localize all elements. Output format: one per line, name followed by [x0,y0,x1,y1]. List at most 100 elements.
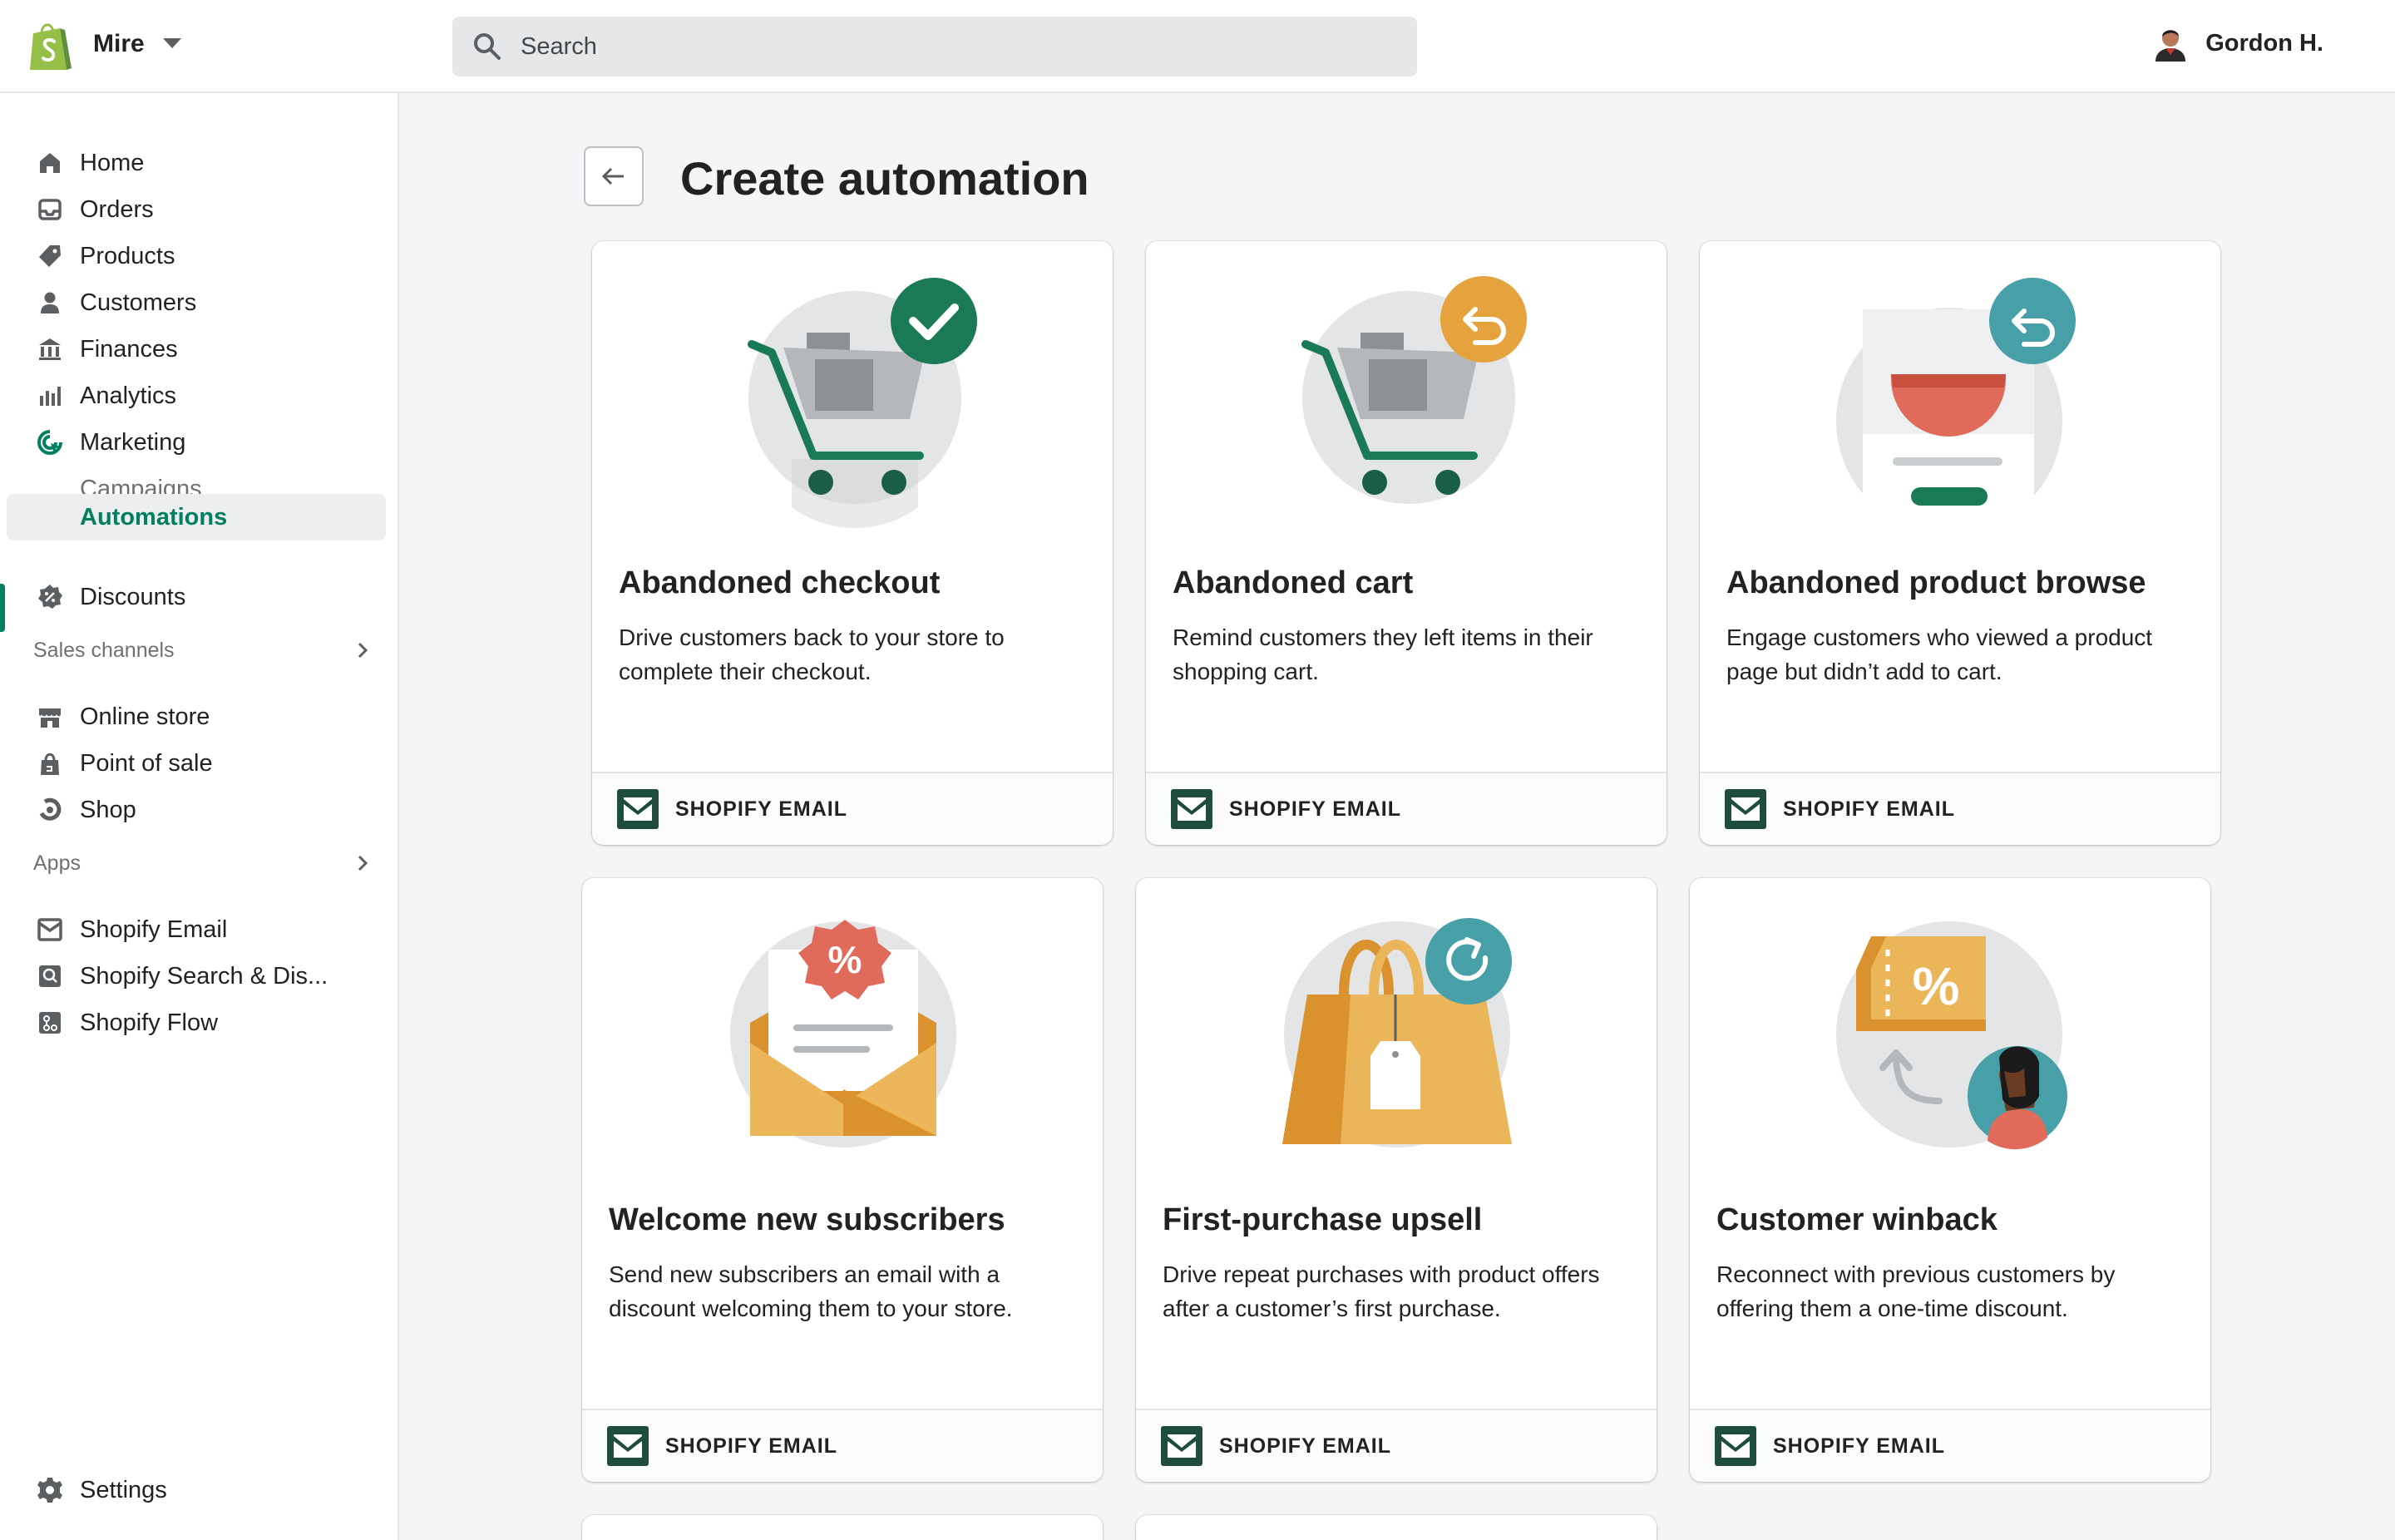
email-icon [1725,789,1766,829]
search-input[interactable]: Search [452,17,1417,77]
card-title: Abandoned checkout [619,565,941,600]
gear-icon [33,1473,67,1507]
card-footer: SHOPIFY EMAIL [1690,1409,2210,1482]
card-footer-label: SHOPIFY EMAIL [1773,1434,1946,1458]
sidebar-item-home[interactable]: Home [0,141,398,185]
card-footer-label: SHOPIFY EMAIL [665,1434,838,1458]
page-title: Create automation [680,152,1089,205]
card-title: Abandoned product browse [1726,565,2146,600]
envelope-discount-illustration: % [730,920,956,1148]
orders-icon [33,193,67,226]
automation-card-welcome-new-subscribers[interactable]: % Welcome new subscribers Send new subsc… [582,878,1103,1482]
user-menu[interactable]: Gordon H. [2152,23,2323,63]
sidebar-item-label: Automations [80,503,228,531]
flow-icon [33,1006,67,1039]
sidebar-item-label: Finances [80,335,178,363]
sidebar-item-label: Point of sale [80,749,213,777]
sidebar-item-shopify-email[interactable]: Shopify Email [0,908,398,951]
card-title: Welcome new subscribers [609,1202,1005,1237]
automation-card-customer-winback[interactable]: % Customer winback Reconnect with previo… [1690,878,2210,1482]
automation-card-partial[interactable] [582,1515,1103,1540]
shopping-bag-illustration [1282,918,1512,1148]
avatar[interactable] [2152,23,2189,63]
shop-app-icon [33,793,67,827]
top-bar: Mire Search Gordon H. [0,0,2395,93]
home-icon [33,146,67,180]
sidebar-item-products[interactable]: Products [0,234,398,278]
sidebar-item-label: Online store [80,703,210,730]
chevron-right-icon[interactable] [353,640,373,660]
person-icon [33,286,67,319]
email-icon [1161,1426,1202,1466]
section-heading-label: Sales channels [33,638,175,662]
card-description: Remind customers they left items in thei… [1173,624,1593,684]
sales-channels-heading[interactable]: Sales channels [33,634,368,667]
store-icon [33,700,67,733]
arrow-left-icon [601,167,624,185]
automation-card-abandoned-checkout[interactable]: Abandoned checkout Drive customers back … [592,241,1113,845]
bank-icon [33,333,67,366]
email-icon [607,1426,649,1466]
email-icon [33,913,67,946]
card-footer-label: SHOPIFY EMAIL [1783,797,1956,821]
sidebar-item-label: Marketing [80,428,186,456]
card-description: Drive customers back to your store to co… [619,624,1005,684]
sidebar-item-settings[interactable]: Settings [0,1468,398,1512]
sidebar-item-shopify-flow[interactable]: Shopify Flow [0,1001,398,1044]
back-button[interactable] [584,146,644,206]
sidebar-item-label: Customers [80,289,197,316]
sidebar-item-label: Shopify Search & Dis... [80,962,328,990]
sidebar-item-finances[interactable]: Finances [0,328,398,371]
automation-card-abandoned-product-browse[interactable]: Abandoned product browse Engage customer… [1700,241,2220,845]
email-icon [1171,789,1212,829]
sidebar-item-shop[interactable]: Shop [0,788,398,832]
search-placeholder: Search [521,32,597,60]
coupon-customer-illustration: % [1836,921,2067,1150]
automation-card-abandoned-cart[interactable]: Abandoned cart Remind customers they lef… [1146,241,1667,845]
sidebar-item-label: Discounts [80,583,186,610]
chevron-right-icon[interactable] [353,853,373,873]
shopify-logo-icon[interactable] [27,20,73,73]
sidebar-item-discounts[interactable]: Discounts [0,575,398,619]
card-description: Engage customers who viewed a product pa… [1726,624,2153,684]
sidebar-item-analytics[interactable]: Analytics [0,374,398,417]
card-description: Drive repeat purchases with product offe… [1163,1261,1600,1321]
section-heading-label: Apps [33,851,81,875]
sidebar: Home Orders Products Customers Finances … [0,93,399,1540]
card-footer-label: SHOPIFY EMAIL [1229,797,1402,821]
email-icon [1715,1426,1756,1466]
search-icon [474,33,501,60]
cart-check-illustration [748,278,977,529]
sidebar-item-label: Shopify Email [80,916,228,943]
email-icon [617,789,659,829]
card-footer: SHOPIFY EMAIL [1700,772,2220,845]
sidebar-item-orders[interactable]: Orders [0,188,398,231]
automation-card-first-purchase-upsell[interactable]: First-purchase upsell Drive repeat purch… [1136,878,1657,1482]
card-footer-label: SHOPIFY EMAIL [1219,1434,1392,1458]
sidebar-item-label: Shopify Flow [80,1009,219,1036]
cart-return-illustration [1301,276,1527,504]
sidebar-item-online-store[interactable]: Online store [0,695,398,738]
apps-heading[interactable]: Apps [33,847,368,880]
svg-text:%: % [1913,956,1960,1016]
sidebar-item-label: Home [80,149,145,176]
automation-card-partial[interactable] [1136,1515,1657,1540]
search-discovery-icon [33,960,67,993]
sidebar-item-shopify-search-discovery[interactable]: Shopify Search & Dis... [0,955,398,998]
sidebar-item-point-of-sale[interactable]: Point of sale [0,742,398,785]
card-footer: SHOPIFY EMAIL [582,1409,1103,1482]
sidebar-item-marketing[interactable]: Marketing [0,421,398,464]
discount-icon [33,580,67,614]
sidebar-item-customers[interactable]: Customers [0,281,398,324]
sidebar-item-label: Products [80,242,175,269]
card-footer-label: SHOPIFY EMAIL [675,797,848,821]
sidebar-item-automations[interactable]: Automations [7,494,386,540]
bar-chart-icon [33,379,67,412]
marketing-icon [33,426,67,459]
chevron-down-icon[interactable] [163,38,181,48]
user-name: Gordon H. [2205,29,2323,57]
svg-text:%: % [828,938,862,981]
sidebar-item-label: Analytics [80,382,177,409]
store-name[interactable]: Mire [93,30,145,58]
card-title: Abandoned cart [1173,565,1414,600]
